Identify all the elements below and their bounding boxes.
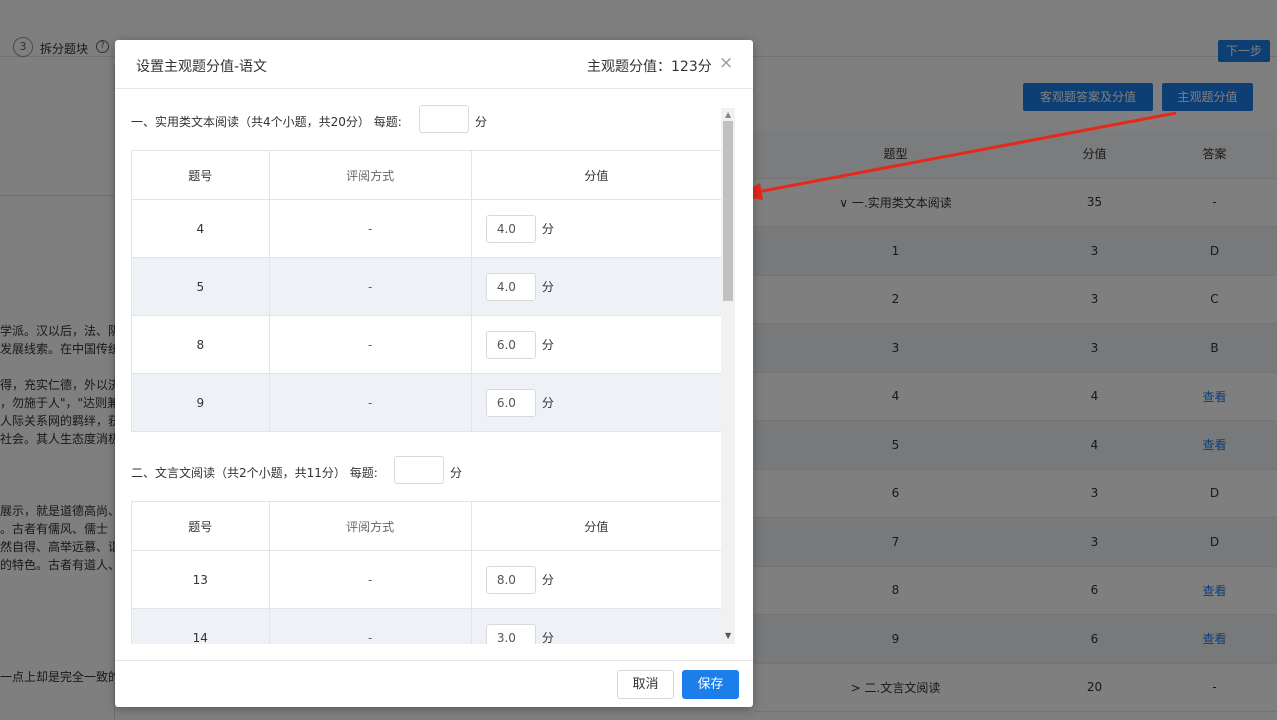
total-score-label: 主观题分值：123分 bbox=[587, 59, 712, 75]
score-cell: 4.0 分 bbox=[472, 258, 721, 315]
scroll-up-arrow-icon[interactable]: ▲ bbox=[725, 110, 731, 119]
score-cell: 8.0 分 bbox=[472, 551, 721, 608]
review-method: - bbox=[270, 258, 472, 315]
per-item-score-input[interactable] bbox=[419, 105, 469, 133]
review-method: - bbox=[270, 316, 472, 373]
question-number: 5 bbox=[132, 258, 270, 315]
unit-label: 分 bbox=[541, 280, 554, 294]
unit-label: 分 bbox=[450, 466, 463, 480]
per-item-score-input[interactable] bbox=[394, 456, 444, 484]
review-method: - bbox=[270, 200, 472, 257]
header-number: 题号 bbox=[132, 151, 270, 199]
score-cell: 4.0 分 bbox=[472, 200, 721, 257]
review-method: - bbox=[270, 374, 472, 431]
question-number: 9 bbox=[132, 374, 270, 431]
table-row: 8-6.0 分 bbox=[132, 315, 721, 373]
table-row: 4-4.0 分 bbox=[132, 199, 721, 257]
header-method: 评阅方式 bbox=[270, 502, 472, 550]
unit-label: 分 bbox=[541, 631, 554, 644]
header-number: 题号 bbox=[132, 502, 270, 550]
save-button[interactable]: 保存 bbox=[682, 670, 739, 699]
score-cell: 6.0 分 bbox=[472, 316, 721, 373]
table-header-row: 题号 评阅方式 分值 bbox=[132, 502, 721, 550]
header-score: 分值 bbox=[584, 519, 609, 534]
unit-label: 分 bbox=[541, 396, 554, 410]
unit-label: 分 bbox=[541, 338, 554, 352]
scroll-down-arrow-icon[interactable]: ▼ bbox=[725, 631, 731, 640]
score-input[interactable]: 4.0 bbox=[485, 214, 536, 243]
unit-label: 分 bbox=[541, 573, 554, 587]
review-method: - bbox=[270, 551, 472, 608]
header-score: 分值 bbox=[584, 168, 609, 183]
score-input[interactable]: 3.0 bbox=[485, 623, 536, 644]
scrollbar-thumb[interactable] bbox=[723, 121, 733, 301]
section-table: 题号 评阅方式 分值 4-4.0 分 5-4.0 分 8-6.0 分 9-6.0 分 bbox=[131, 150, 722, 432]
score-cell: 3.0 分 bbox=[472, 609, 721, 644]
score-input[interactable]: 8.0 bbox=[485, 565, 536, 594]
subjective-score-modal: 设置主观题分值-语文 主观题分值：123分 × 一、实用类文本阅读（共4个小题，… bbox=[115, 40, 753, 707]
table-row: 13-8.0 分 bbox=[132, 550, 721, 608]
review-method: - bbox=[270, 609, 472, 644]
modal-scrollbar[interactable]: ▲ ▼ bbox=[721, 108, 735, 644]
score-input[interactable]: 6.0 bbox=[485, 330, 536, 359]
question-number: 4 bbox=[132, 200, 270, 257]
table-row: 5-4.0 分 bbox=[132, 257, 721, 315]
score-input[interactable]: 4.0 bbox=[485, 272, 536, 301]
modal-title: 设置主观题分值-语文 bbox=[136, 59, 268, 75]
unit-label: 分 bbox=[541, 222, 554, 236]
table-row: 14-3.0 分 bbox=[132, 608, 721, 644]
score-cell: 6.0 分 bbox=[472, 374, 721, 431]
cancel-button[interactable]: 取消 bbox=[617, 670, 674, 699]
header-method: 评阅方式 bbox=[270, 151, 472, 199]
question-number: 13 bbox=[132, 551, 270, 608]
close-icon[interactable]: × bbox=[719, 53, 733, 73]
modal-footer: 取消 保存 bbox=[115, 660, 753, 707]
section-table: 题号 评阅方式 分值 13-8.0 分 14-3.0 分 bbox=[131, 501, 722, 644]
section-title: 二、文言文阅读（共2个小题，共11分） 每题: bbox=[131, 466, 378, 480]
score-input[interactable]: 6.0 bbox=[485, 388, 536, 417]
modal-header: 设置主观题分值-语文 主观题分值：123分 × bbox=[115, 40, 753, 89]
question-number: 8 bbox=[132, 316, 270, 373]
unit-label: 分 bbox=[475, 115, 488, 129]
question-number: 14 bbox=[132, 609, 270, 644]
modal-body: 一、实用类文本阅读（共4个小题，共20分） 每题: 分 题号 评阅方式 分值 4… bbox=[115, 102, 735, 644]
table-row: 9-6.0 分 bbox=[132, 373, 721, 431]
table-header-row: 题号 评阅方式 分值 bbox=[132, 151, 721, 199]
section-title: 一、实用类文本阅读（共4个小题，共20分） 每题: bbox=[131, 115, 402, 129]
